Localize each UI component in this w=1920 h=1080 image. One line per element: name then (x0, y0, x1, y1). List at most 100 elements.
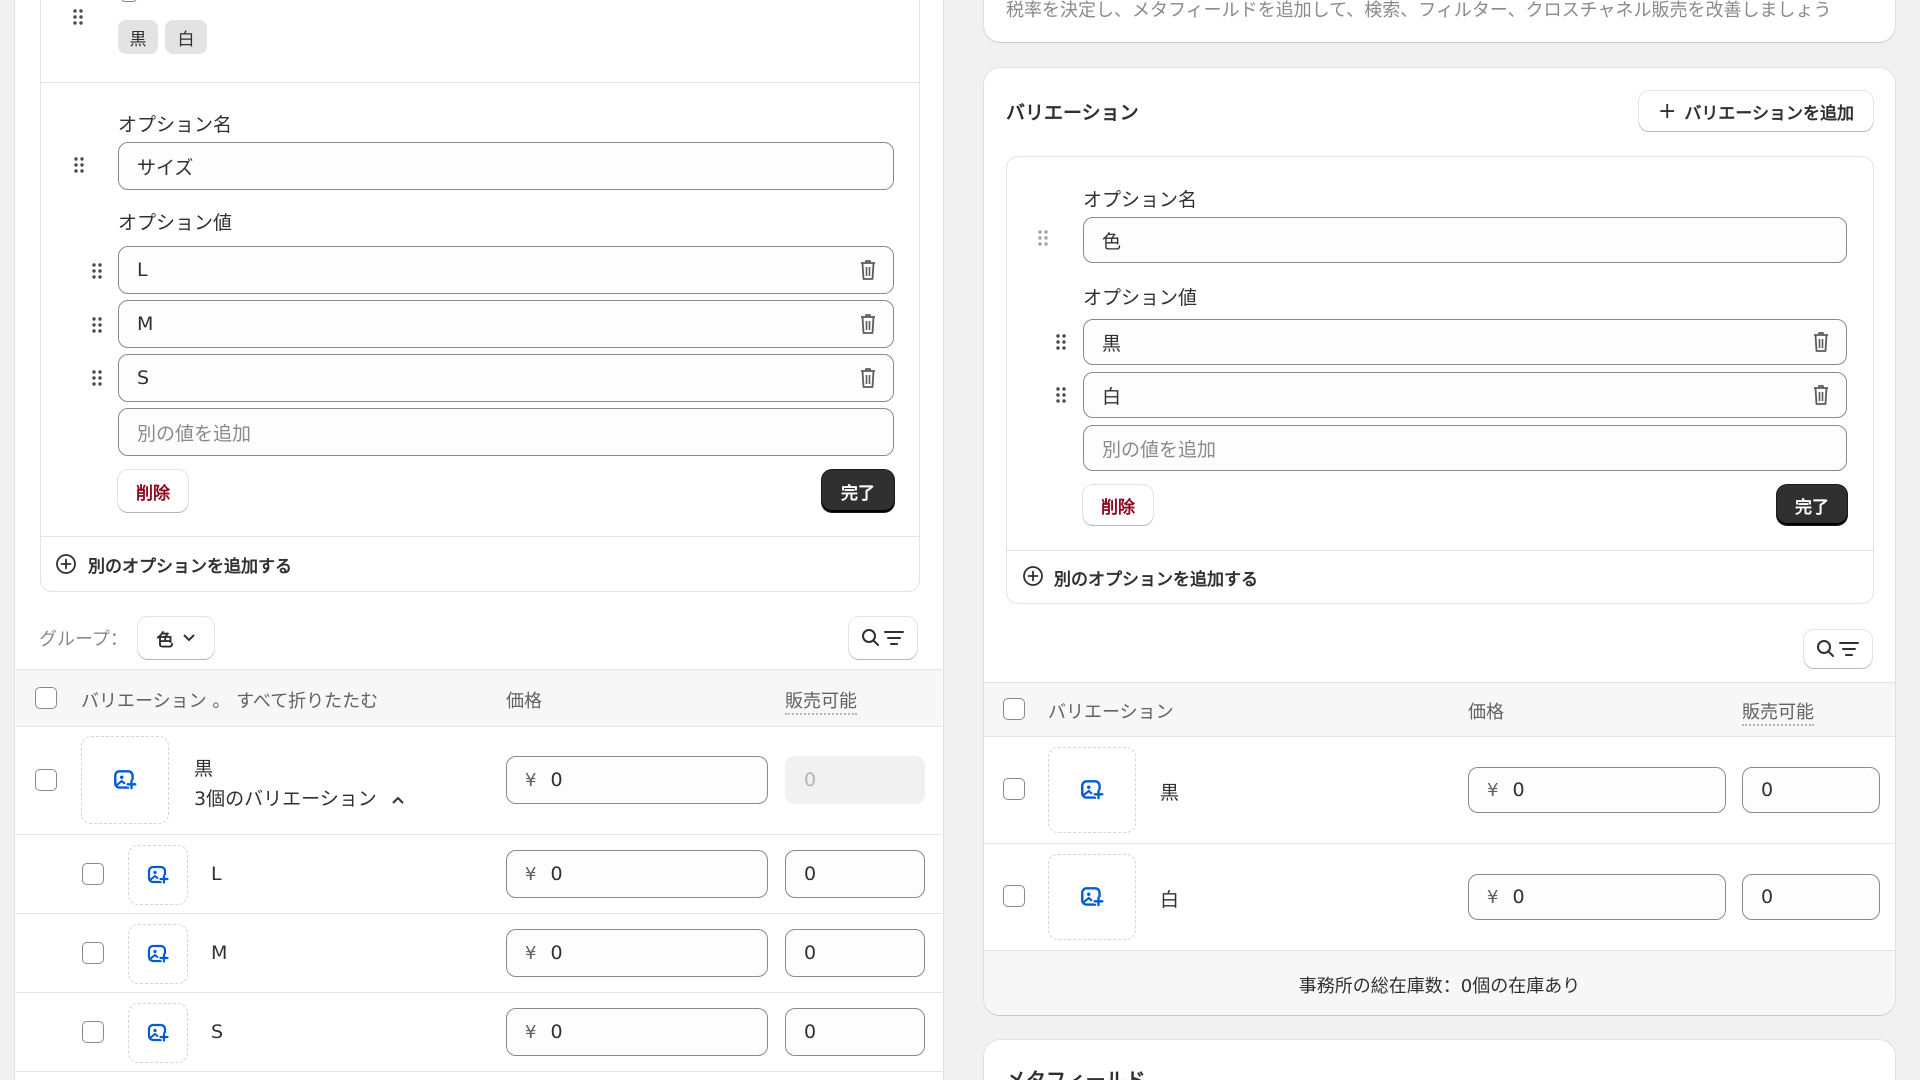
option-value-input[interactable]: M (118, 300, 894, 348)
plus-circle-icon[interactable] (1022, 565, 1044, 587)
header-available: 販売可能 (1742, 698, 1814, 726)
header-price: 価格 (1468, 702, 1504, 723)
divider (16, 992, 942, 993)
chevron-up-icon (392, 796, 404, 804)
image-placeholder[interactable] (81, 736, 169, 824)
option-name-label: オプション名 (118, 114, 233, 136)
trash-icon[interactable] (1812, 331, 1830, 353)
search-filter-button[interactable] (1804, 630, 1872, 668)
metafields-title: メタフィールド (1006, 1068, 1146, 1080)
option-name-input[interactable]: サイズ (118, 142, 894, 190)
price-input[interactable]: ¥ 0 (506, 756, 768, 804)
trash-icon[interactable] (1812, 384, 1830, 406)
delete-option-button[interactable]: 削除 (1083, 485, 1153, 525)
header-variant: バリエーション (1048, 702, 1174, 723)
done-button[interactable]: 完了 (822, 470, 894, 512)
available-input[interactable]: 0 (785, 850, 925, 898)
price-value: 0 (550, 942, 563, 964)
image-placeholder[interactable] (128, 845, 188, 905)
row-checkbox[interactable] (82, 863, 104, 885)
group-row-count: 3個のバリエーション (194, 788, 377, 810)
metafields-card: メタフィールド (984, 1040, 1895, 1080)
price-input[interactable]: ¥ 0 (506, 1008, 768, 1056)
drag-handle-icon[interactable] (73, 156, 85, 174)
option-value-text: S (137, 367, 150, 389)
row-checkbox[interactable] (35, 769, 57, 791)
add-image-icon (1079, 884, 1105, 910)
price-input[interactable]: ¥ 0 (1468, 874, 1726, 920)
group-select-value: 色 (156, 630, 174, 651)
trash-icon[interactable] (859, 367, 877, 389)
price-value: 0 (550, 1021, 563, 1043)
add-value-input[interactable]: 別の値を追加 (118, 408, 894, 456)
price-input[interactable]: ¥ 0 (506, 850, 768, 898)
row-checkbox[interactable] (82, 942, 104, 964)
header-available: 販売可能 (785, 687, 857, 715)
add-variant-label: バリエーションを追加 (1684, 103, 1855, 124)
currency-symbol: ¥ (525, 1021, 537, 1043)
add-image-icon (1079, 777, 1105, 803)
drag-handle-icon[interactable] (91, 262, 103, 280)
currency-symbol: ¥ (525, 769, 537, 791)
option-name-input[interactable]: 色 (1083, 217, 1847, 263)
currency-symbol: ¥ (525, 863, 537, 885)
done-button[interactable]: 完了 (1777, 485, 1847, 525)
drag-handle-icon[interactable] (72, 8, 84, 26)
option-value-input[interactable]: S (118, 354, 894, 402)
search-filter-button[interactable] (849, 617, 917, 659)
option-value-input[interactable]: L (118, 246, 894, 294)
trash-icon[interactable] (859, 259, 877, 281)
row-checkbox[interactable] (1003, 778, 1025, 800)
header-price: 価格 (506, 691, 542, 712)
add-image-icon (112, 767, 138, 793)
option-values-label: オプション値 (1083, 287, 1198, 309)
header-variant[interactable]: バリエーション 。 すべて折りたたむ (81, 687, 378, 713)
chevron-down-icon (182, 634, 195, 642)
drag-handle-icon[interactable] (91, 369, 103, 387)
option-name-label: オプション名 (1083, 189, 1198, 211)
available-input[interactable]: 0 (1742, 874, 1880, 920)
divider (16, 834, 942, 835)
header-available-text: 販売可能 (785, 691, 857, 715)
drag-handle-icon[interactable] (91, 316, 103, 334)
delete-option-button[interactable]: 削除 (118, 470, 188, 512)
image-placeholder[interactable] (128, 1003, 188, 1063)
divider (16, 726, 942, 727)
drag-handle-icon[interactable] (1037, 229, 1049, 247)
plus-circle-icon[interactable] (55, 553, 77, 575)
add-image-icon (146, 942, 170, 966)
select-all-checkbox[interactable] (1003, 698, 1025, 720)
image-placeholder[interactable] (1048, 747, 1136, 833)
add-option-link[interactable]: 別のオプションを追加する (88, 552, 292, 577)
row-name: 黒 (1160, 782, 1180, 804)
add-value-input[interactable]: 別の値を追加 (1083, 425, 1847, 471)
image-placeholder[interactable] (128, 924, 188, 984)
price-input[interactable]: ¥ 0 (506, 929, 768, 977)
drag-handle-icon[interactable] (1055, 386, 1067, 404)
drag-handle-icon[interactable] (1055, 333, 1067, 351)
available-input[interactable]: 0 (785, 1008, 925, 1056)
available-input: 0 (785, 756, 925, 804)
row-checkbox[interactable] (82, 1021, 104, 1043)
image-placeholder[interactable] (1048, 854, 1136, 940)
option-value-text: L (137, 259, 148, 281)
select-all-checkbox[interactable] (35, 687, 57, 709)
trash-icon[interactable] (859, 313, 877, 335)
row-checkbox[interactable] (1003, 885, 1025, 907)
available-input[interactable]: 0 (785, 929, 925, 977)
product-organization-card: 税率を決定し、メタフィールドを追加して、検索、フィルター、クロスチャネル販売を改… (984, 0, 1895, 42)
search-filter-icon (861, 627, 905, 649)
add-option-link[interactable]: 別のオプションを追加する (1054, 565, 1258, 590)
price-input[interactable]: ¥ 0 (1468, 767, 1726, 813)
group-row-sub[interactable]: 3個のバリエーション (194, 784, 405, 811)
option-value-chip: 黒 (118, 20, 158, 54)
divider (16, 913, 942, 914)
add-variant-button[interactable]: + バリエーションを追加 (1639, 91, 1873, 131)
available-input[interactable]: 0 (1742, 767, 1880, 813)
plus-icon: + (1657, 98, 1677, 124)
group-select[interactable]: 色 (138, 617, 214, 659)
option-value-input[interactable]: 白 (1083, 372, 1847, 418)
add-image-icon (146, 1021, 170, 1045)
option-value-input[interactable]: 黒 (1083, 319, 1847, 365)
organization-help-text: 税率を決定し、メタフィールドを追加して、検索、フィルター、クロスチャネル販売を改… (1006, 0, 1832, 21)
